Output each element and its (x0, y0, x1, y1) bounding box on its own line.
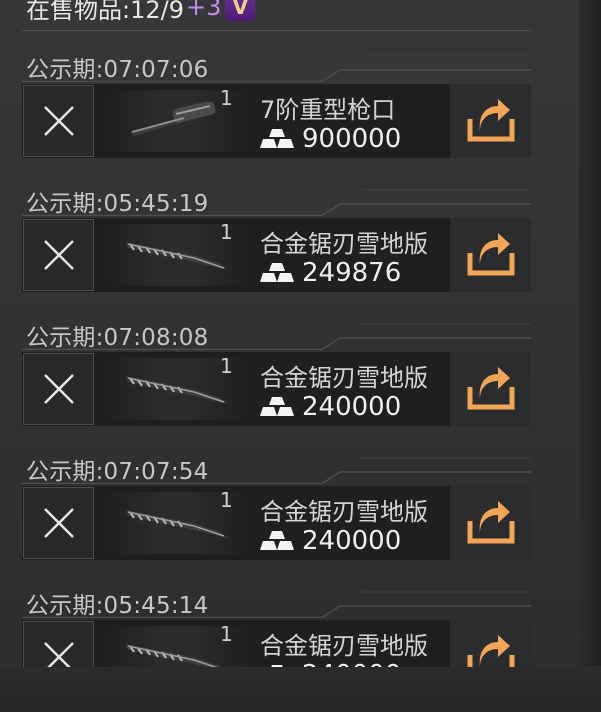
bottom-edge-panel (0, 666, 601, 712)
gold-bars-icon (271, 665, 283, 667)
share-button[interactable] (450, 352, 531, 426)
price-value: 240000 (302, 660, 401, 667)
listing-entry: 公示期:07:07:06 1 7阶重型枪口 900000 (22, 46, 531, 180)
share-arrow-icon (467, 233, 514, 276)
price-value: 240000 (302, 526, 402, 556)
period-label: 公示期:05:45:19 (26, 191, 209, 217)
item-price: 240000 (260, 526, 401, 556)
close-x-icon (43, 642, 74, 667)
share-arrow-icon (467, 501, 514, 544)
item-price: 900000 (260, 124, 401, 154)
cancel-listing-button[interactable] (23, 85, 94, 157)
listing-card[interactable]: 1 7阶重型枪口 900000 (22, 84, 531, 158)
header-divider (22, 30, 531, 31)
listing-card[interactable]: 1 合金锯刃雪地版 240000 (22, 620, 531, 667)
item-quantity: 1 (220, 220, 233, 244)
price-value: 249876 (302, 258, 402, 288)
share-arrow-icon (467, 635, 514, 667)
gold-bars-icon (260, 531, 294, 550)
close-x-icon (43, 508, 74, 538)
listing-card[interactable]: 1 合金锯刃雪地版 249876 (22, 218, 531, 292)
period-label: 公示期:07:08:08 (26, 325, 209, 351)
item-price: 249876 (260, 258, 401, 288)
item-quantity: 1 (220, 354, 233, 378)
period-row: 公示期:07:08:08 (22, 314, 531, 351)
listing-card[interactable]: 1 合金锯刃雪地版 240000 (22, 352, 531, 426)
cancel-listing-button[interactable] (23, 621, 94, 667)
item-name: 合金锯刃雪地版 (260, 498, 428, 526)
item-name: 合金锯刃雪地版 (260, 632, 428, 660)
period-label: 公示期:07:07:06 (26, 57, 209, 83)
gold-bars-icon (260, 263, 294, 282)
vip-badge-icon: V (225, 0, 256, 21)
on-sale-count: 在售物品:12/9 (26, 0, 184, 24)
right-edge-panel (579, 0, 601, 712)
period-row: 公示期:07:07:06 (22, 46, 531, 83)
item-price: 240000 (260, 392, 401, 422)
item-name: 合金锯刃雪地版 (260, 364, 428, 392)
share-button[interactable] (450, 84, 531, 158)
share-arrow-icon (467, 99, 514, 142)
item-name: 7阶重型枪口 (260, 96, 396, 124)
gold-bars-icon (260, 129, 294, 148)
gold-bars-icon (260, 397, 294, 416)
price-value: 900000 (302, 124, 402, 154)
share-button[interactable] (450, 486, 531, 560)
listing-card[interactable]: 1 合金锯刃雪地版 240000 (22, 486, 531, 560)
item-quantity: 1 (220, 488, 233, 512)
cancel-listing-button[interactable] (23, 353, 94, 425)
period-label: 公示期:05:45:14 (26, 593, 209, 619)
extra-slots: +3 (185, 0, 222, 21)
item-price: 240000 (260, 660, 401, 667)
period-row: 公示期:05:45:19 (22, 180, 531, 217)
listing-entry: 公示期:05:45:19 1 合金锯刃雪地版 249876 (22, 180, 531, 314)
item-quantity: 1 (220, 622, 233, 646)
close-x-icon (43, 240, 74, 270)
item-name: 合金锯刃雪地版 (260, 230, 428, 258)
share-arrow-icon (467, 367, 514, 410)
period-label: 公示期:07:07:54 (26, 459, 209, 485)
price-value: 240000 (302, 392, 402, 422)
close-x-icon (43, 374, 74, 404)
item-quantity: 1 (220, 86, 233, 110)
share-button[interactable] (450, 620, 531, 667)
listing-entry: 公示期:05:45:14 1 合金锯刃雪地版 240000 (22, 582, 531, 667)
period-row: 公示期:07:07:54 (22, 448, 531, 485)
listing-entry: 公示期:07:07:54 1 合金锯刃雪地版 240000 (22, 448, 531, 582)
close-x-icon (43, 106, 74, 136)
share-button[interactable] (450, 218, 531, 292)
listing-entry: 公示期:07:08:08 1 合金锯刃雪地版 240000 (22, 314, 531, 448)
listing-list: 公示期:07:07:06 1 7阶重型枪口 900000 公示期:05:45:1… (22, 46, 531, 667)
cancel-listing-button[interactable] (23, 487, 94, 559)
cancel-listing-button[interactable] (23, 219, 94, 291)
on-sale-header: 在售物品:12/9 +3 V (26, 0, 256, 24)
period-row: 公示期:05:45:14 (22, 582, 531, 619)
